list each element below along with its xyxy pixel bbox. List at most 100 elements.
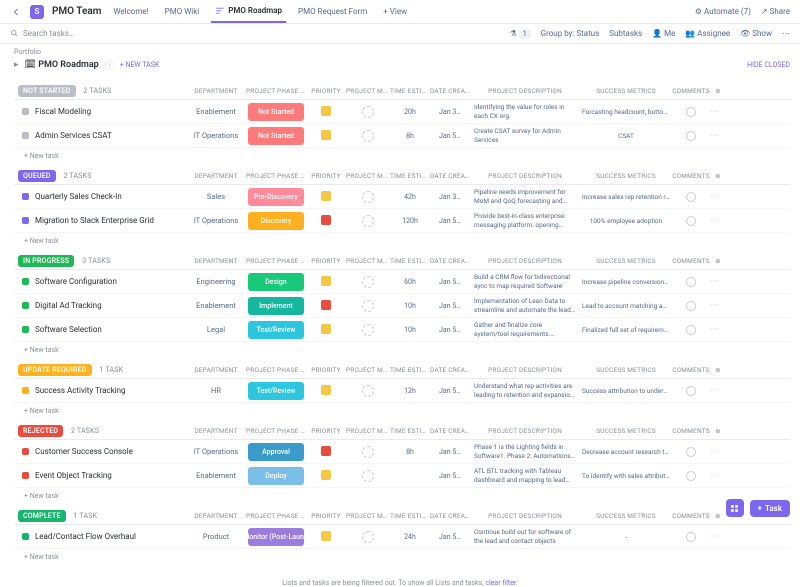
- dept-cell[interactable]: Legal: [186, 325, 246, 334]
- groupby-button[interactable]: Group by: Status: [541, 29, 600, 38]
- metrics-cell[interactable]: 100% employee adoption: [580, 217, 672, 225]
- task-name[interactable]: Admin Services CSAT: [14, 131, 186, 140]
- metrics-cell[interactable]: Finalized full set of requirements for V…: [580, 326, 672, 334]
- row-menu[interactable]: ⋯: [710, 324, 720, 335]
- phase-cell[interactable]: Pre-Discovery: [246, 188, 306, 206]
- priority-cell[interactable]: [306, 385, 346, 397]
- table-row[interactable]: Digital Ad Tracking Enablement Implement…: [14, 294, 790, 318]
- add-view[interactable]: + View: [379, 7, 411, 16]
- table-row[interactable]: Lead/Contact Flow Overhaul Product Monit…: [14, 525, 790, 549]
- dept-cell[interactable]: Engineering: [186, 277, 246, 286]
- task-name[interactable]: Software Configuration: [14, 277, 186, 286]
- col-desc[interactable]: Project Description: [470, 87, 580, 95]
- row-menu[interactable]: ⋯: [710, 446, 720, 457]
- col-desc[interactable]: Project Description: [470, 512, 580, 520]
- manager-cell[interactable]: [346, 106, 390, 118]
- apps-button[interactable]: [726, 499, 744, 517]
- dept-cell[interactable]: Enablement: [186, 471, 246, 480]
- more-icon[interactable]: ⋯: [782, 29, 790, 38]
- caret-icon[interactable]: ▸: [14, 60, 19, 70]
- estimate-cell[interactable]: 10h: [390, 302, 430, 310]
- new-task-row[interactable]: + New task: [14, 342, 790, 354]
- col-metrics[interactable]: Success Metrics: [580, 427, 672, 435]
- priority-cell[interactable]: [306, 191, 346, 203]
- col-metrics[interactable]: Success Metrics: [580, 366, 672, 374]
- priority-cell[interactable]: [306, 276, 346, 288]
- table-row[interactable]: Software Selection Legal Test/Review 10h…: [14, 318, 790, 342]
- col-department[interactable]: Department: [186, 172, 246, 180]
- col-priority[interactable]: Priority: [306, 512, 346, 520]
- desc-cell[interactable]: Continue build out for software of the l…: [470, 528, 580, 545]
- table-row[interactable]: Customer Success Console IT Operations A…: [14, 440, 790, 464]
- tab-wiki[interactable]: PMO Wiki: [161, 7, 204, 16]
- new-task-row[interactable]: + New task: [14, 488, 790, 500]
- col-add[interactable]: ⊕: [710, 512, 726, 520]
- phase-cell[interactable]: Deploy: [246, 467, 306, 485]
- task-name[interactable]: Customer Success Console: [14, 447, 186, 456]
- col-add[interactable]: ⊕: [710, 427, 726, 435]
- tab-request[interactable]: PMO Request Form: [294, 7, 371, 16]
- col-manager[interactable]: Project Manager: [346, 87, 390, 95]
- col-estimate[interactable]: Time Estimate: [390, 87, 430, 95]
- filter-button[interactable]: ⚗ 1: [510, 29, 531, 38]
- status-pill-not_started[interactable]: Not Started: [18, 85, 76, 97]
- comments-cell[interactable]: [672, 277, 710, 287]
- priority-cell[interactable]: [306, 531, 346, 543]
- col-phase[interactable]: Project Phase +: [246, 426, 306, 436]
- priority-cell[interactable]: [306, 215, 346, 227]
- table-row[interactable]: Fiscal Modeling Enablement Not Started 2…: [14, 100, 790, 124]
- dept-cell[interactable]: Enablement: [186, 107, 246, 116]
- col-desc[interactable]: Project Description: [470, 366, 580, 374]
- col-comments[interactable]: Comments: [672, 257, 710, 265]
- col-desc[interactable]: Project Description: [470, 427, 580, 435]
- task-name[interactable]: Lead/Contact Flow Overhaul: [14, 532, 186, 541]
- col-estimate[interactable]: Time Estimate: [390, 366, 430, 374]
- col-desc[interactable]: Project Description: [470, 257, 580, 265]
- estimate-cell[interactable]: 120h: [390, 217, 430, 225]
- col-manager[interactable]: Project Manager: [346, 366, 390, 374]
- col-metrics[interactable]: Success Metrics: [580, 257, 672, 265]
- col-phase[interactable]: Project Phase +: [246, 365, 306, 375]
- row-menu[interactable]: ⋯: [710, 385, 720, 396]
- table-row[interactable]: Event Object Tracking Enablement Deploy …: [14, 464, 790, 488]
- col-estimate[interactable]: Time Estimate: [390, 512, 430, 520]
- comments-cell[interactable]: [672, 471, 710, 481]
- row-menu[interactable]: ⋯: [710, 470, 720, 481]
- manager-cell[interactable]: [346, 385, 390, 397]
- manager-cell[interactable]: [346, 215, 390, 227]
- desc-cell[interactable]: Identifying the value for roles in each …: [470, 103, 580, 120]
- task-name[interactable]: Success Activity Tracking: [14, 386, 186, 395]
- new-task-link[interactable]: + NEW TASK: [120, 61, 160, 69]
- phase-cell[interactable]: Test/Review: [246, 382, 306, 400]
- col-metrics[interactable]: Success Metrics: [580, 512, 672, 520]
- desc-cell[interactable]: Build a CRM flow for bidirectional sync …: [470, 273, 580, 290]
- table-row[interactable]: Migration to Slack Enterprise Grid IT Op…: [14, 209, 790, 233]
- metrics-cell[interactable]: CSAT: [580, 132, 672, 140]
- phase-cell[interactable]: Not Started: [246, 127, 306, 145]
- col-metrics[interactable]: Success Metrics: [580, 172, 672, 180]
- share-button[interactable]: ↗ Share: [761, 7, 790, 16]
- phase-cell[interactable]: Monitor (Post-Laun…: [246, 528, 306, 546]
- comments-cell[interactable]: [672, 192, 710, 202]
- col-date[interactable]: Date Created: [430, 172, 470, 180]
- dept-cell[interactable]: Enablement: [186, 301, 246, 310]
- priority-cell[interactable]: [306, 324, 346, 336]
- metrics-cell[interactable]: Increase pipeline conversion of new busi…: [580, 278, 672, 286]
- manager-cell[interactable]: [346, 130, 390, 142]
- estimate-cell[interactable]: 8h: [390, 132, 430, 140]
- dept-cell[interactable]: IT Operations: [186, 131, 246, 140]
- phase-cell[interactable]: Design: [246, 273, 306, 291]
- metrics-cell[interactable]: To identify with sales attribution varia…: [580, 472, 672, 480]
- table-row[interactable]: Admin Services CSAT IT Operations Not St…: [14, 124, 790, 148]
- tab-roadmap[interactable]: PMO Roadmap: [211, 6, 286, 23]
- phase-cell[interactable]: Approval: [246, 443, 306, 461]
- col-date[interactable]: Date Created: [430, 427, 470, 435]
- col-manager[interactable]: Project Manager: [346, 427, 390, 435]
- priority-cell[interactable]: [306, 470, 346, 482]
- date-cell[interactable]: Jan 5…: [430, 472, 470, 480]
- manager-cell[interactable]: [346, 276, 390, 288]
- comments-cell[interactable]: [672, 216, 710, 226]
- col-comments[interactable]: Comments: [672, 512, 710, 520]
- col-priority[interactable]: Priority: [306, 427, 346, 435]
- me-button[interactable]: 👤 Me: [652, 29, 675, 38]
